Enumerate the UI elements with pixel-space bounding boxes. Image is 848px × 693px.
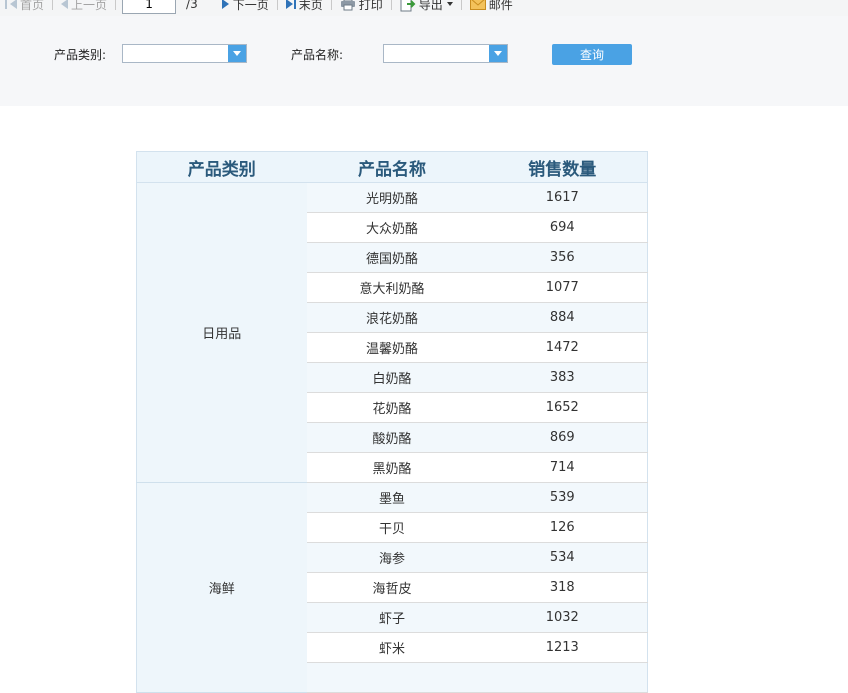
header-qty: 销售数量 bbox=[477, 151, 648, 183]
product-name-cell: 墨鱼 bbox=[306, 482, 478, 513]
filter-panel: 产品类别: 产品名称: 查询 bbox=[0, 16, 848, 106]
chevron-down-icon bbox=[446, 2, 453, 6]
mail-button[interactable]: 邮件 bbox=[466, 0, 517, 16]
product-name-cell: 虾米 bbox=[306, 632, 478, 663]
name-label: 产品名称: bbox=[291, 48, 344, 62]
toolbar-divider bbox=[115, 0, 117, 10]
quantity-cell: 694 bbox=[477, 212, 648, 243]
product-name-cell: 虾子 bbox=[306, 602, 478, 633]
product-name-cell: 浪花奶酪 bbox=[306, 302, 478, 333]
next-page-button[interactable]: 下一页 bbox=[218, 0, 273, 16]
table-row: 海鲜 墨鱼 539 bbox=[136, 482, 648, 693]
product-name-cell: 海哲皮 bbox=[306, 572, 478, 603]
quantity-cell: 884 bbox=[477, 302, 648, 333]
toolbar-divider bbox=[390, 0, 392, 10]
quantity-cell: 1652 bbox=[477, 392, 648, 423]
name-dropdown-button[interactable] bbox=[489, 45, 507, 62]
toolbar-divider bbox=[460, 0, 462, 10]
quantity-cell: 1213 bbox=[477, 632, 648, 663]
name-select[interactable] bbox=[383, 44, 508, 63]
product-name-cell: 花奶酪 bbox=[306, 392, 478, 423]
mail-icon bbox=[469, 0, 486, 10]
first-page-icon bbox=[5, 0, 7, 9]
quantity-cell: 356 bbox=[477, 242, 648, 273]
query-button[interactable]: 查询 bbox=[552, 44, 632, 65]
table-header-row: 产品类别 产品名称 销售数量 bbox=[136, 151, 648, 183]
quantity-cell: 1472 bbox=[477, 332, 648, 363]
product-name-cell: 意大利奶酪 bbox=[306, 272, 478, 303]
toolbar-divider bbox=[52, 0, 54, 10]
prev-page-button[interactable]: 上一页 bbox=[57, 0, 111, 16]
export-button[interactable]: 导出 bbox=[396, 0, 457, 16]
last-page-button[interactable]: 末页 bbox=[282, 0, 327, 16]
first-page-button[interactable]: 首页 bbox=[0, 0, 48, 16]
chevron-down-icon bbox=[233, 51, 241, 56]
product-name-cell: 温馨奶酪 bbox=[306, 332, 478, 363]
product-name-cell bbox=[306, 662, 478, 693]
quantity-cell bbox=[477, 662, 648, 693]
category-cell: 海鲜 bbox=[136, 482, 307, 693]
quantity-cell: 539 bbox=[477, 482, 648, 513]
quantity-cell: 383 bbox=[477, 362, 648, 393]
chevron-down-icon bbox=[494, 51, 502, 56]
report-table: 产品类别 产品名称 销售数量 日用品 光明奶酪 1617 大众奶酪 694 德国… bbox=[136, 151, 648, 693]
product-name-cell: 黑奶酪 bbox=[306, 452, 478, 483]
category-label: 产品类别: bbox=[54, 48, 107, 62]
product-name-cell: 光明奶酪 bbox=[306, 182, 478, 213]
quantity-cell: 534 bbox=[477, 542, 648, 573]
toolbar-divider bbox=[330, 0, 332, 10]
print-button[interactable]: 打印 bbox=[336, 0, 387, 16]
page-number-input[interactable] bbox=[122, 0, 177, 14]
product-name-cell: 德国奶酪 bbox=[306, 242, 478, 273]
category-dropdown-button[interactable] bbox=[228, 45, 246, 62]
last-arrow-icon bbox=[285, 0, 293, 9]
table-row: 日用品 光明奶酪 1617 bbox=[136, 182, 648, 483]
last-page-bar-icon bbox=[293, 0, 296, 9]
next-arrow-icon bbox=[221, 0, 229, 9]
left-arrow-icon bbox=[10, 0, 17, 9]
printer-icon bbox=[340, 0, 355, 11]
page-total: /3 bbox=[186, 0, 198, 11]
product-name-cell: 大众奶酪 bbox=[306, 212, 478, 243]
export-icon bbox=[400, 0, 416, 12]
header-name: 产品名称 bbox=[306, 151, 478, 183]
toolbar-divider bbox=[276, 0, 278, 10]
category-cell: 日用品 bbox=[136, 182, 307, 483]
quantity-cell: 714 bbox=[477, 452, 648, 483]
product-name-cell: 海参 bbox=[306, 542, 478, 573]
quantity-cell: 126 bbox=[477, 512, 648, 543]
report-toolbar: 首页 上一页 /3 下一页 末页 打印 导出 bbox=[0, 0, 848, 16]
product-name-cell: 干贝 bbox=[306, 512, 478, 543]
quantity-cell: 1032 bbox=[477, 602, 648, 633]
quantity-cell: 318 bbox=[477, 572, 648, 603]
header-category: 产品类别 bbox=[136, 151, 307, 183]
quantity-cell: 869 bbox=[477, 422, 648, 453]
product-name-cell: 白奶酪 bbox=[306, 362, 478, 393]
product-name-cell: 酸奶酪 bbox=[306, 422, 478, 453]
quantity-cell: 1617 bbox=[477, 182, 648, 213]
quantity-cell: 1077 bbox=[477, 272, 648, 303]
prev-arrow-icon bbox=[61, 0, 69, 9]
category-select[interactable] bbox=[122, 44, 247, 63]
